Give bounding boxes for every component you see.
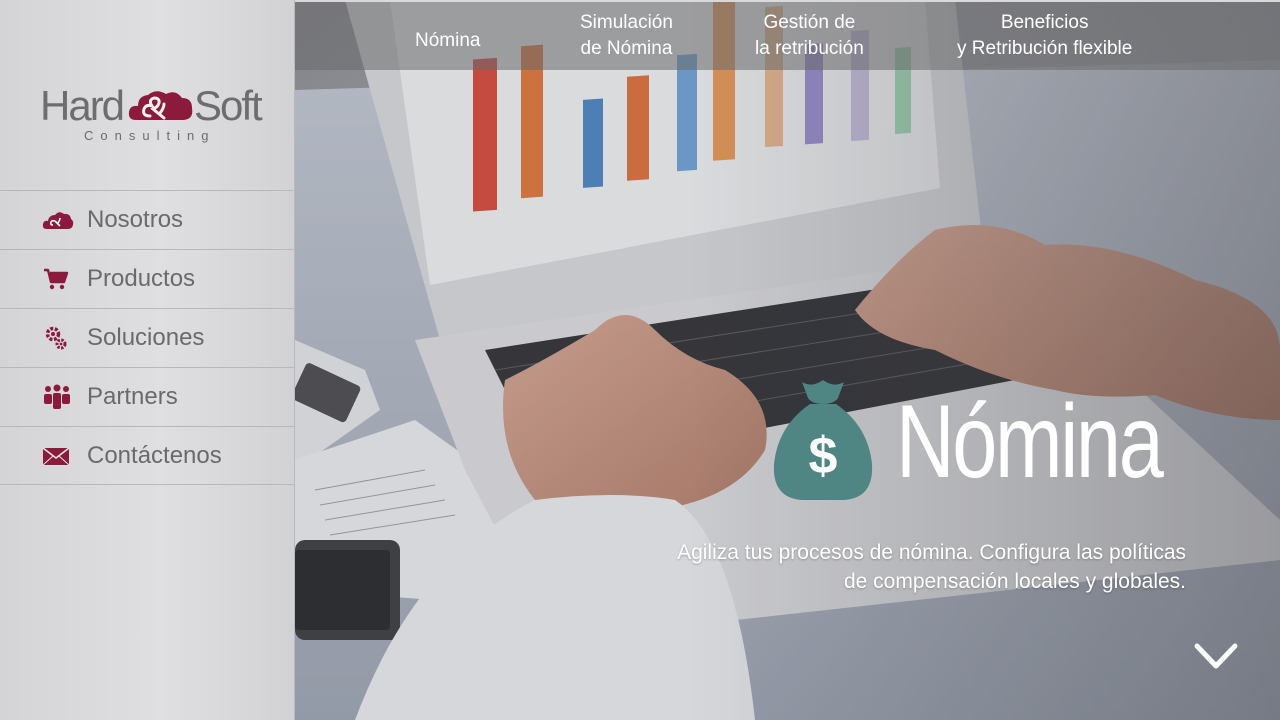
hero-section bbox=[295, 0, 1280, 720]
sidebar-item-contactenos[interactable]: Contáctenos bbox=[0, 426, 295, 485]
sidebar-item-partners[interactable]: Partners bbox=[0, 367, 295, 426]
sidebar-item-label: Nosotros bbox=[87, 206, 184, 233]
top-nav: Nómina Simulación de Nómina Gestión de l… bbox=[295, 0, 1280, 70]
logo-word-soft: Soft bbox=[194, 82, 263, 129]
ampersand-cloud-icon bbox=[128, 91, 193, 120]
tab-label-line1: Gestión de bbox=[763, 12, 856, 33]
tab-simulacion-de-nomina[interactable]: Simulación de Nómina bbox=[580, 10, 673, 62]
tab-gestion-de-la-retribucion[interactable]: Gestión de la retribución bbox=[755, 10, 864, 62]
hero-title: Nómina bbox=[896, 384, 1164, 500]
sidebar-item-productos[interactable]: Productos bbox=[0, 249, 295, 308]
money-bag-symbol: $ bbox=[809, 427, 838, 485]
tab-label-line1: Simulación bbox=[580, 12, 673, 33]
logo-tagline: Consulting bbox=[84, 128, 216, 143]
money-bag-icon: $ bbox=[773, 380, 873, 500]
gears-icon bbox=[42, 326, 74, 350]
logo-word-hard: Hard bbox=[40, 82, 125, 129]
chevron-down-icon[interactable] bbox=[1192, 638, 1240, 674]
cloud-icon bbox=[42, 208, 74, 232]
tab-label-line2: de Nómina bbox=[580, 38, 673, 59]
tab-label-line2: la retribución bbox=[755, 38, 864, 59]
brand-logo[interactable]: Hard Soft Consulting bbox=[40, 82, 270, 152]
tab-label-line1: Beneficios bbox=[1000, 12, 1089, 33]
hero-background-image bbox=[295, 0, 1280, 720]
people-icon bbox=[42, 384, 74, 409]
sidebar-item-label: Soluciones bbox=[87, 324, 205, 351]
envelope-icon bbox=[42, 444, 74, 468]
tab-beneficios-y-retribucion-flexible[interactable]: Beneficios y Retribución flexible bbox=[957, 10, 1132, 62]
sidebar-item-soluciones[interactable]: Soluciones bbox=[0, 308, 295, 367]
sidebar-item-nosotros[interactable]: Nosotros bbox=[0, 190, 295, 249]
hero-description: Agiliza tus procesos de nómina. Configur… bbox=[677, 541, 1186, 593]
sidebar-item-label: Partners bbox=[87, 383, 178, 410]
sidebar-nav: Nosotros Productos Soluciones Partners C… bbox=[0, 190, 295, 485]
sidebar-item-label: Contáctenos bbox=[87, 441, 222, 469]
sidebar: Hard Soft Consulting Nosotros Productos … bbox=[0, 0, 295, 720]
sidebar-item-label: Productos bbox=[87, 265, 196, 292]
cart-icon bbox=[42, 267, 74, 291]
tab-nomina[interactable]: Nómina bbox=[415, 28, 480, 54]
tab-label-line2: y Retribución flexible bbox=[957, 38, 1133, 59]
tab-label: Nómina bbox=[415, 30, 481, 51]
